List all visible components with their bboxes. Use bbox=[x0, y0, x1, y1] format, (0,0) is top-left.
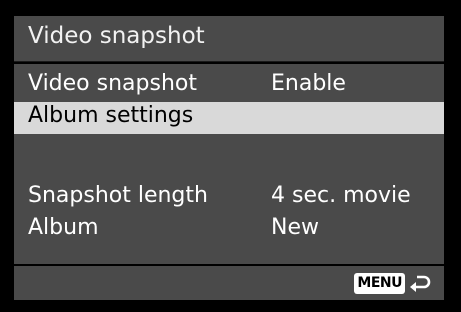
menu-item-value: New bbox=[271, 215, 319, 240]
menu-button-label: MENU bbox=[354, 272, 405, 294]
menu-item-value: Enable bbox=[271, 71, 346, 96]
menu-item-album[interactable]: Album New bbox=[14, 214, 444, 246]
menu-panel: Video snapshot Enable Album settings Sna… bbox=[14, 64, 444, 264]
title-bar: Video snapshot bbox=[14, 16, 444, 62]
menu-item-snapshot-length[interactable]: Snapshot length 4 sec. movie bbox=[14, 182, 444, 214]
menu-item-label: Snapshot length bbox=[28, 183, 208, 208]
return-arrow-icon bbox=[410, 275, 431, 292]
menu-item-label: Album settings bbox=[28, 103, 194, 128]
menu-item-album-settings[interactable]: Album settings bbox=[14, 102, 444, 134]
camera-menu-screen: Video snapshot Video snapshot Enable Alb… bbox=[0, 0, 461, 312]
menu-item-label: Album bbox=[28, 215, 99, 240]
footer-bar: MENU bbox=[14, 266, 444, 300]
menu-item-label: Video snapshot bbox=[28, 71, 197, 96]
page-title: Video snapshot bbox=[28, 23, 205, 49]
menu-item-value: 4 sec. movie bbox=[271, 183, 411, 208]
menu-item-video-snapshot[interactable]: Video snapshot Enable bbox=[14, 70, 444, 102]
menu-return-button[interactable]: MENU bbox=[354, 272, 432, 294]
